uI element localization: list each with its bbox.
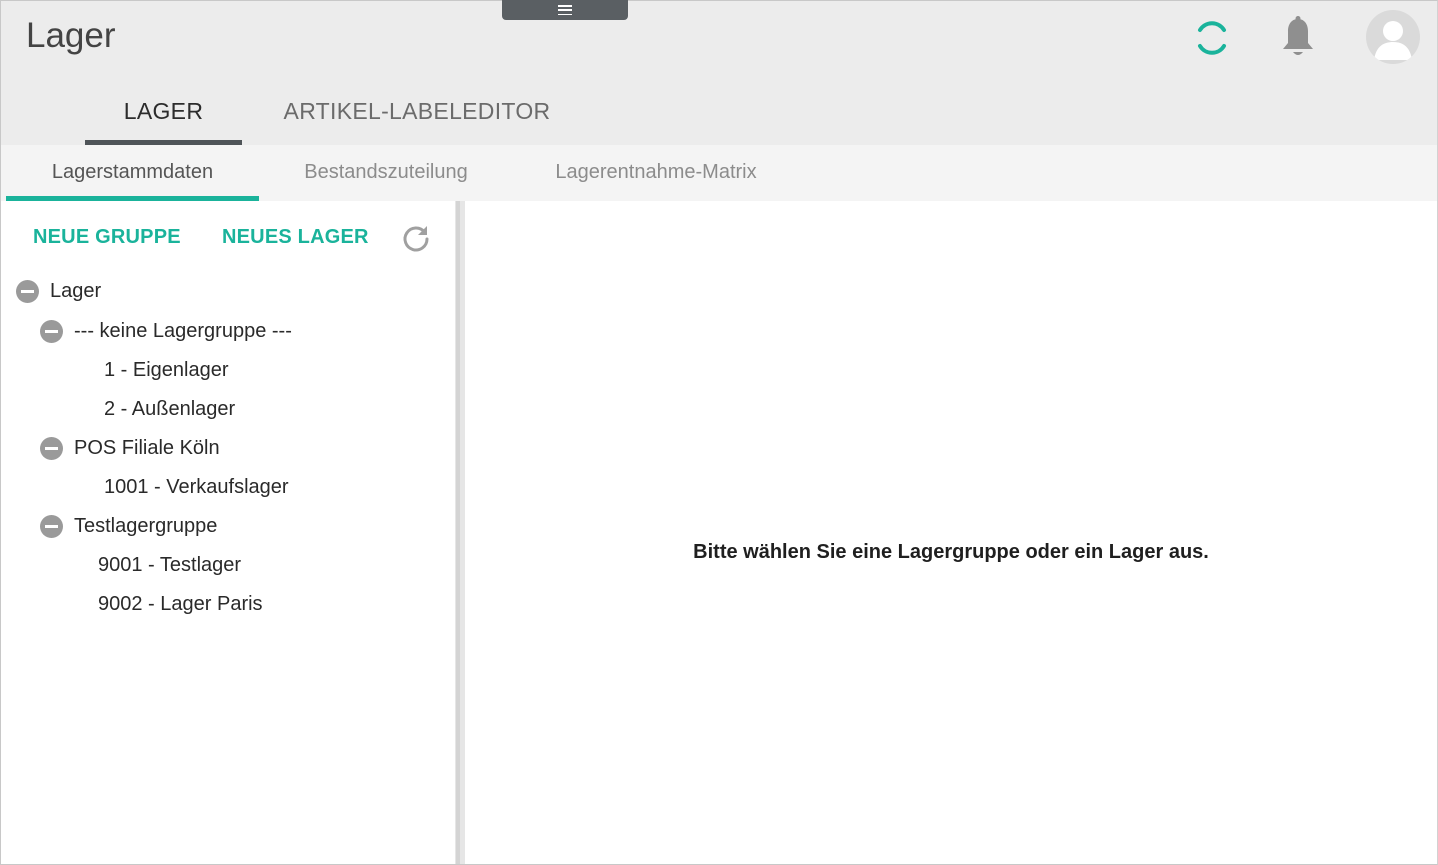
tree-item[interactable]: 9001 - Testlager (98, 554, 241, 577)
tree-item[interactable]: 9002 - Lager Paris (98, 593, 263, 616)
empty-selection-message: Bitte wählen Sie eine Lagergruppe oder e… (693, 541, 1209, 563)
tab-lagerstammdaten-label: Lagerstammdaten (51, 161, 214, 183)
tab-lagerentnahme-matrix[interactable]: Lagerentnahme-Matrix (513, 145, 799, 201)
warehouse-tree-panel: NEUE GRUPPE NEUES LAGER Lager --- keine … (1, 201, 455, 864)
tree-item[interactable]: 1001 - Verkaufslager (104, 476, 289, 499)
tab-lager[interactable]: LAGER (85, 88, 242, 145)
tree-group-label: POS Filiale Köln (74, 437, 220, 459)
tab-lagerstammdaten[interactable]: Lagerstammdaten (6, 145, 259, 201)
tree-item[interactable]: 2 - Außenlager (104, 398, 235, 421)
tree-node-label: Lager (50, 280, 102, 302)
new-warehouse-button[interactable]: NEUES LAGER (222, 226, 369, 249)
tree-item-label: 9001 - Testlager (98, 554, 242, 576)
tree-item-label: 9002 - Lager Paris (98, 593, 263, 615)
tree-item-label: 1001 - Verkaufslager (104, 476, 289, 498)
tree-node-root[interactable]: Lager (16, 280, 101, 303)
refresh-icon[interactable] (401, 223, 431, 253)
tree-group[interactable]: POS Filiale Köln (40, 437, 220, 460)
tree-item-label: 1 - Eigenlager (104, 359, 229, 381)
main-tabs: LAGER ARTIKEL-LABELEDITOR (85, 88, 592, 145)
collapse-icon[interactable] (40, 515, 63, 538)
menu-icon (558, 5, 572, 15)
tree-item-label: 2 - Außenlager (104, 398, 236, 420)
detail-panel: Bitte wählen Sie eine Lagergruppe oder e… (465, 201, 1437, 864)
loading-spinner-icon (1192, 18, 1232, 58)
user-avatar-icon[interactable] (1366, 10, 1420, 64)
menu-handle[interactable] (502, 0, 628, 20)
tab-lagerentnahme-matrix-label: Lagerentnahme-Matrix (555, 161, 757, 183)
new-group-button[interactable]: NEUE GRUPPE (33, 226, 181, 249)
tab-artikel-labeleditor[interactable]: ARTIKEL-LABELEDITOR (242, 88, 592, 145)
collapse-icon[interactable] (16, 280, 39, 303)
panel-splitter[interactable] (455, 201, 465, 864)
tab-bestandszuteilung[interactable]: Bestandszuteilung (259, 145, 513, 201)
tree-group[interactable]: --- keine Lagergruppe --- (40, 320, 292, 343)
page-title: Lager (26, 16, 116, 55)
tree-group-label: Testlagergruppe (74, 515, 218, 537)
collapse-icon[interactable] (40, 437, 63, 460)
bell-icon[interactable] (1278, 14, 1318, 60)
tab-artikel-labeleditor-label: ARTIKEL-LABELEDITOR (283, 98, 551, 124)
sub-tabs: Lagerstammdaten Bestandszuteilung Lagere… (1, 145, 1437, 201)
tab-lager-label: LAGER (123, 98, 204, 124)
tree-group-label: --- keine Lagergruppe --- (74, 320, 292, 342)
collapse-icon[interactable] (40, 320, 63, 343)
tree-group[interactable]: Testlagergruppe (40, 515, 217, 538)
tab-bestandszuteilung-label: Bestandszuteilung (304, 161, 468, 183)
tree-item[interactable]: 1 - Eigenlager (104, 359, 229, 382)
